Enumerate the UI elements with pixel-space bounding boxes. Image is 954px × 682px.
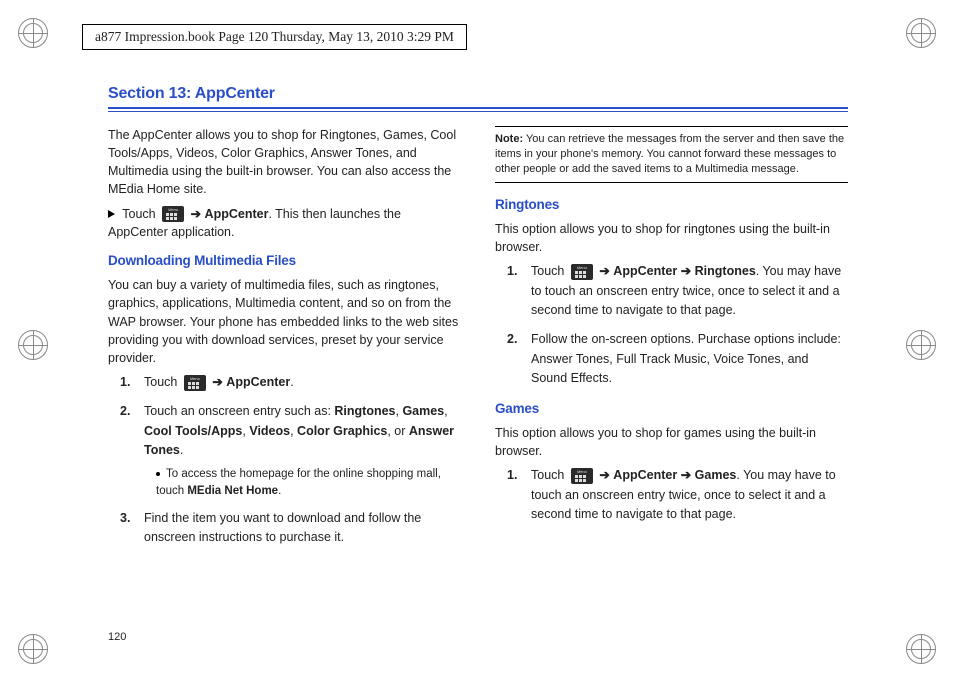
note-box: Note: You can retrieve the messages from… — [495, 126, 848, 183]
arrow-icon: ➔ — [191, 207, 201, 221]
reg-mark-icon — [906, 18, 936, 48]
ring-s1-b2: Ringtones — [695, 264, 756, 278]
games-heading: Games — [495, 399, 848, 419]
step-1: Touch ➔ AppCenter. — [144, 373, 461, 392]
page-number: 120 — [108, 631, 126, 643]
step1-post: . — [290, 375, 293, 389]
touch-line: Touch ➔ AppCenter. This then launches th… — [108, 205, 461, 241]
step1-pre: Touch — [144, 375, 177, 389]
book-header-stamp: a877 Impression.book Page 120 Thursday, … — [82, 24, 467, 50]
step2-b4: Videos — [249, 424, 290, 438]
step2-b3: Cool Tools/Apps — [144, 424, 242, 438]
menu-icon — [162, 206, 184, 222]
section-title: Section 13: AppCenter — [108, 85, 848, 103]
right-column: Note: You can retrieve the messages from… — [495, 126, 848, 557]
title-rule-thin — [108, 111, 848, 112]
intro-paragraph: The AppCenter allows you to shop for Rin… — [108, 126, 461, 199]
arrow-icon: ➔ — [599, 264, 609, 278]
step1-bold: AppCenter — [226, 375, 290, 389]
reg-mark-icon — [906, 330, 936, 360]
touch-label: Touch — [122, 207, 155, 221]
step2-b2: Games — [402, 404, 444, 418]
ring-step-2: Follow the on-screen options. Purchase o… — [531, 330, 848, 388]
menu-icon — [184, 375, 206, 391]
games-step-1: Touch ➔ AppCenter ➔ Games. You may have … — [531, 466, 848, 524]
step2-post: . — [180, 443, 183, 457]
menu-icon — [571, 468, 593, 484]
ringtones-steps: Touch ➔ AppCenter ➔ Ringtones. You may h… — [495, 262, 848, 388]
games-steps: Touch ➔ AppCenter ➔ Games. You may have … — [495, 466, 848, 524]
step-2: Touch an onscreen entry such as: Rington… — [144, 402, 461, 498]
note-body: You can retrieve the messages from the s… — [495, 133, 844, 175]
sub-bullet: To access the homepage for the online sh… — [156, 466, 461, 498]
title-rule — [108, 107, 848, 109]
step2-b5: Color Graphics — [297, 424, 387, 438]
games-s1-pre: Touch — [531, 468, 564, 482]
step2-pre: Touch an onscreen entry such as: — [144, 404, 334, 418]
downloading-heading: Downloading Multimedia Files — [108, 251, 461, 271]
download-steps: Touch ➔ AppCenter. Touch an onscreen ent… — [108, 373, 461, 547]
games-s1-b2: Games — [695, 468, 737, 482]
bullet-dot-icon — [156, 472, 160, 476]
reg-mark-icon — [906, 634, 936, 664]
ringtones-heading: Ringtones — [495, 195, 848, 215]
reg-mark-icon — [18, 18, 48, 48]
sub-bullet-bold: MEdia Net Home — [187, 485, 278, 497]
games-s1-b1: AppCenter — [613, 468, 677, 482]
sub-bullet-post: . — [278, 485, 281, 497]
left-column: The AppCenter allows you to shop for Rin… — [108, 126, 461, 557]
arrow-icon: ➔ — [681, 264, 691, 278]
arrow-icon: ➔ — [212, 375, 222, 389]
ringtones-body: This option allows you to shop for ringt… — [495, 220, 848, 256]
step-3: Find the item you want to download and f… — [144, 509, 461, 548]
games-body: This option allows you to shop for games… — [495, 424, 848, 460]
step2-or: , or — [387, 424, 409, 438]
triangle-bullet-icon — [108, 210, 115, 218]
menu-icon — [571, 264, 593, 280]
note-label: Note: — [495, 133, 523, 145]
ring-s1-b1: AppCenter — [613, 264, 677, 278]
reg-mark-icon — [18, 634, 48, 664]
step2-b1: Ringtones — [334, 404, 395, 418]
arrow-icon: ➔ — [681, 468, 691, 482]
downloading-body: You can buy a variety of multimedia file… — [108, 276, 461, 367]
appcenter-bold: AppCenter — [205, 207, 269, 221]
arrow-icon: ➔ — [599, 468, 609, 482]
reg-mark-icon — [18, 330, 48, 360]
ring-s1-pre: Touch — [531, 264, 564, 278]
ring-step-1: Touch ➔ AppCenter ➔ Ringtones. You may h… — [531, 262, 848, 320]
